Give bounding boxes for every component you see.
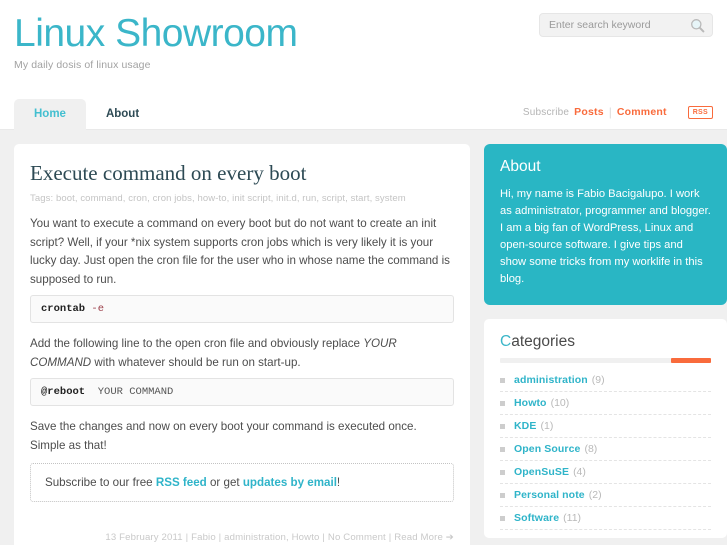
bullet-icon — [500, 423, 505, 429]
subscribe-label: Subscribe — [522, 106, 570, 118]
code-block-crontab: crontab -e — [30, 295, 454, 323]
page-body: Execute command on every boot Tags: boot… — [0, 130, 727, 545]
subscribe-comment-link[interactable]: Comment — [617, 106, 667, 118]
list-item[interactable]: Personal note (2) — [500, 484, 711, 507]
meta-date: 13 February 2011 — [105, 532, 183, 543]
meta-author[interactable]: Fabio — [191, 532, 216, 543]
about-title: About — [500, 158, 541, 175]
tab-home[interactable]: Home — [14, 99, 86, 130]
about-text: Hi, my name is Fabio Bacigalupo. I work … — [500, 188, 711, 285]
paragraph-2-pre: Add the following line to the open cron … — [30, 337, 364, 350]
code-command: crontab — [41, 303, 86, 315]
sidebar: About Hi, my name is Fabio Bacigalupo. I… — [484, 144, 727, 545]
article-paragraph-1: You want to execute a command on every b… — [30, 217, 450, 286]
subscribe-note: Subscribe to our free RSS feed or get up… — [30, 463, 454, 502]
search-icon[interactable] — [689, 17, 706, 34]
list-item[interactable]: Howto (10) — [500, 392, 711, 415]
category-count: (1) — [540, 420, 554, 432]
article-title[interactable]: Execute command on every boot — [30, 160, 454, 186]
category-count: (8) — [584, 443, 598, 455]
category-count: (4) — [573, 466, 586, 478]
list-item[interactable]: administration (9) — [500, 369, 711, 392]
about-widget: About Hi, my name is Fabio Bacigalupo. I… — [484, 144, 727, 305]
categories-list: administration (9) Howto (10) KDE (1) Op… — [500, 369, 711, 530]
main-navigation: Home About Subscribe Posts | Comment RSS — [0, 96, 727, 130]
article-tags-values: boot, command, cron, cron jobs, how-to, … — [55, 193, 406, 204]
subscribe-bar: Subscribe Posts | Comment RSS — [523, 105, 713, 119]
code-at-reboot: @reboot — [41, 386, 86, 398]
article-tags: Tags: boot, command, cron, cron jobs, ho… — [30, 193, 454, 204]
meta-sep-3: | — [322, 532, 326, 543]
main-content-column: Execute command on every boot Tags: boot… — [14, 144, 470, 545]
categories-title-cap: C — [500, 333, 512, 350]
meta-read-more[interactable]: Read More ➔ — [394, 532, 454, 543]
subscribe-note-post: ! — [336, 476, 341, 489]
categories-title-rest: ategories — [511, 333, 575, 350]
category-link[interactable]: Open Source — [514, 443, 580, 455]
list-item[interactable]: Open Source (8) — [500, 438, 711, 461]
bullet-icon — [500, 492, 505, 498]
bullet-icon — [500, 377, 505, 383]
subscribe-posts-link[interactable]: Posts — [574, 106, 604, 118]
category-link[interactable]: administration — [514, 374, 588, 386]
categories-widget: Categories administration (9) Howto (10) — [484, 319, 727, 538]
site-header: Linux Showroom My daily dosis of linux u… — [0, 0, 727, 96]
categories-title: Categories — [500, 333, 711, 351]
subscribe-note-pre: Subscribe to our free — [45, 476, 156, 489]
list-item[interactable]: Software (11) — [500, 507, 711, 530]
page-root: Linux Showroom My daily dosis of linux u… — [0, 0, 727, 545]
search-box[interactable] — [539, 13, 713, 37]
meta-comments[interactable]: No Comment — [328, 532, 386, 543]
article-tags-label: Tags: — [30, 193, 54, 204]
search-input[interactable] — [549, 15, 689, 35]
category-count: (10) — [550, 397, 570, 409]
bullet-icon — [500, 400, 505, 406]
article-paragraph-2: Add the following line to the open cron … — [30, 335, 454, 372]
rss-feed-link[interactable]: RSS feed — [156, 476, 207, 489]
code-your-command: YOUR COMMAND — [85, 386, 174, 398]
category-count: (2) — [588, 489, 602, 501]
meta-sep-1: | — [185, 532, 189, 543]
category-link[interactable]: KDE — [514, 420, 536, 432]
article-paragraph-3: Save the changes and now on every boot y… — [30, 420, 417, 452]
bullet-icon — [500, 515, 505, 521]
email-updates-link[interactable]: updates by email — [243, 476, 337, 489]
paragraph-2-post: with whatever should be run on start-up. — [91, 355, 301, 369]
article-meta: 13 February 2011 | Fabio | administratio… — [30, 510, 454, 543]
meta-sep-4: | — [388, 532, 392, 543]
category-link[interactable]: Software — [514, 512, 559, 524]
code-argument: -e — [91, 303, 105, 315]
subscribe-note-mid: or get — [206, 476, 243, 489]
rss-badge-icon[interactable]: RSS — [687, 105, 713, 119]
code-block-reboot: @reboot YOUR COMMAND — [30, 378, 454, 406]
tab-about[interactable]: About — [86, 99, 159, 130]
meta-sep-2: | — [218, 532, 222, 543]
bullet-icon — [500, 469, 505, 475]
categories-accent-rule — [500, 358, 711, 363]
subscribe-divider: | — [608, 105, 612, 119]
category-link[interactable]: OpenSuSE — [514, 466, 569, 478]
list-item[interactable]: OpenSuSE (4) — [500, 461, 711, 484]
category-link[interactable]: Howto — [514, 397, 547, 409]
category-count: (9) — [591, 374, 605, 386]
category-link[interactable]: Personal note — [514, 489, 585, 501]
bullet-icon — [500, 446, 505, 452]
meta-categories[interactable]: administration, Howto — [224, 532, 319, 543]
article-card: Execute command on every boot Tags: boot… — [14, 144, 470, 545]
list-item[interactable]: KDE (1) — [500, 415, 711, 438]
category-count: (11) — [563, 512, 582, 524]
site-tagline: My daily dosis of linux usage — [14, 59, 151, 71]
